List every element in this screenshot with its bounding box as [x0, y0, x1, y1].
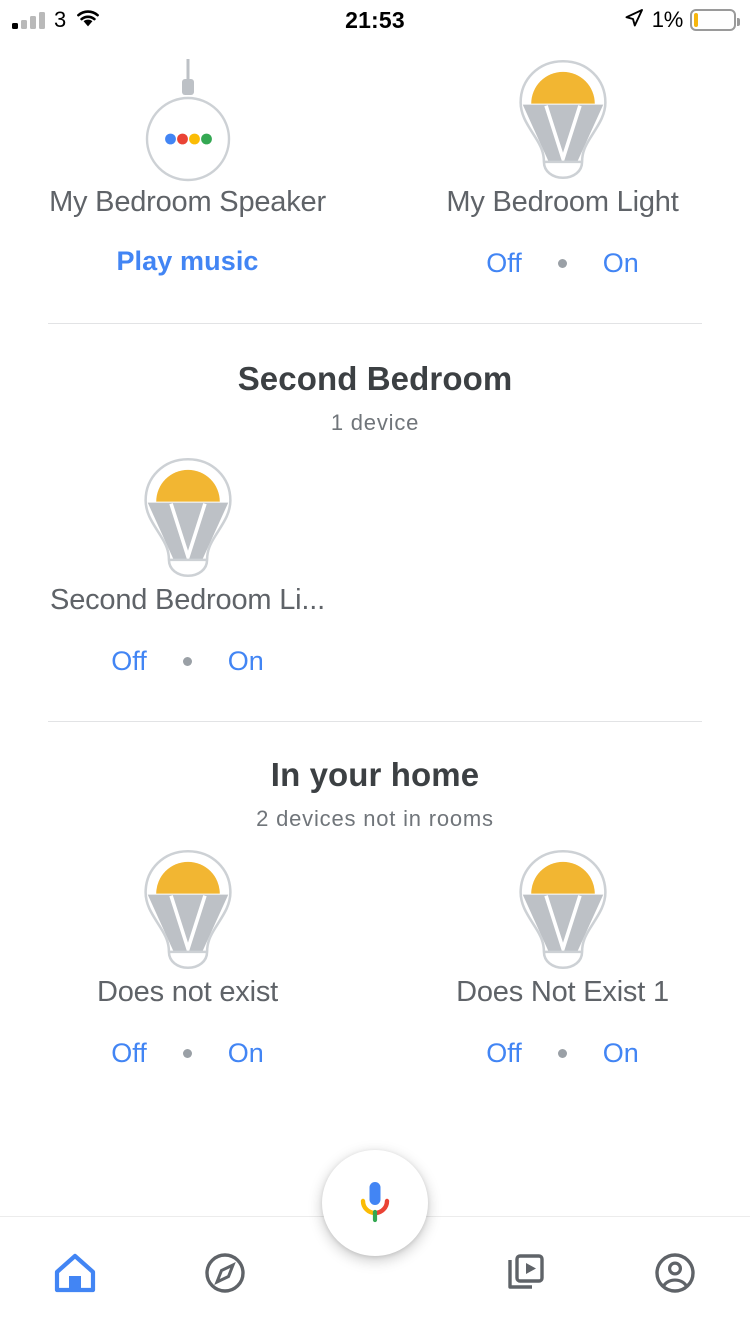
- device-card-my-bedroom-speaker[interactable]: My Bedroom Speaker Play music: [0, 52, 375, 281]
- lightbulb-icon[interactable]: [505, 842, 621, 977]
- home-scroll-content[interactable]: My Bedroom Speaker Play music My Bedroom…: [0, 40, 750, 1218]
- separator-dot-icon: [182, 1048, 192, 1058]
- status-bar: 3 21:53 1%: [0, 0, 750, 40]
- light-toggle-controls: Off On: [105, 644, 270, 679]
- device-name: Does not exist: [97, 975, 278, 1008]
- section-header: In your home 2 devices not in rooms: [0, 756, 750, 832]
- section-subtitle: 1 device: [330, 409, 420, 435]
- on-button[interactable]: On: [597, 246, 645, 281]
- device-name: My Bedroom Speaker: [49, 186, 326, 218]
- google-assistant-button[interactable]: [322, 1150, 428, 1256]
- section-second-bedroom: Second Bedroom 1 device Second Bedroom L…: [0, 324, 750, 679]
- lightbulb-icon[interactable]: [130, 450, 246, 585]
- signal-bars-icon: [12, 11, 45, 29]
- section-title: Second Bedroom: [237, 359, 513, 397]
- nav-item-media[interactable]: [450, 1217, 600, 1334]
- device-grid: My Bedroom Speaker Play music My Bedroom…: [0, 52, 750, 281]
- section-title: In your home: [270, 755, 480, 793]
- device-name: Does Not Exist 1: [456, 975, 669, 1008]
- battery-icon: [690, 9, 740, 31]
- light-toggle-controls: Off On: [480, 246, 645, 281]
- play-music-button[interactable]: Play music: [116, 246, 258, 277]
- lightbulb-icon[interactable]: [130, 842, 246, 977]
- device-grid: Does not exist Off On Does Not Exist 1 O…: [0, 842, 750, 1071]
- media-play-icon: [502, 1250, 548, 1301]
- device-name: My Bedroom Light: [446, 186, 679, 218]
- device-card-does-not-exist-1[interactable]: Does Not Exist 1 Off On: [375, 842, 750, 1071]
- status-bar-right: 1%: [623, 7, 740, 34]
- speaker-icon[interactable]: [130, 52, 246, 187]
- separator-dot-icon: [557, 258, 567, 268]
- location-arrow-icon: [623, 7, 645, 34]
- off-button[interactable]: Off: [480, 1036, 528, 1071]
- section-header: Second Bedroom 1 device: [0, 360, 750, 436]
- section-subtitle: 2 devices not in rooms: [256, 805, 494, 831]
- section-first-bedroom: My Bedroom Speaker Play music My Bedroom…: [0, 40, 750, 281]
- off-button[interactable]: Off: [105, 1036, 153, 1071]
- account-circle-icon: [652, 1250, 698, 1301]
- on-button[interactable]: On: [597, 1036, 645, 1071]
- on-button[interactable]: On: [222, 644, 270, 679]
- nav-item-home[interactable]: [0, 1217, 150, 1334]
- separator-dot-icon: [182, 656, 192, 666]
- home-icon: [52, 1250, 98, 1301]
- on-button[interactable]: On: [222, 1036, 270, 1071]
- section-in-your-home: In your home 2 devices not in rooms Does…: [0, 722, 750, 1071]
- off-button[interactable]: Off: [105, 644, 153, 679]
- carrier-label: 3: [54, 7, 67, 32]
- google-assistant-mic-icon: [353, 1176, 397, 1231]
- app-screen: 2 devices 3 21:53 1%: [0, 0, 750, 1334]
- device-name: Second Bedroom Li...: [50, 583, 325, 616]
- device-grid: Second Bedroom Li... Off On: [0, 450, 750, 679]
- nav-item-account[interactable]: [600, 1217, 750, 1334]
- lightbulb-icon[interactable]: [505, 52, 621, 187]
- device-card-my-bedroom-light[interactable]: My Bedroom Light Off On: [375, 52, 750, 281]
- device-card-does-not-exist[interactable]: Does not exist Off On: [0, 842, 375, 1071]
- off-button[interactable]: Off: [480, 246, 528, 281]
- light-toggle-controls: Off On: [480, 1036, 645, 1071]
- separator-dot-icon: [557, 1048, 567, 1058]
- compass-explore-icon: [202, 1250, 248, 1301]
- light-toggle-controls: Off On: [105, 1036, 270, 1071]
- device-card-second-bedroom-light[interactable]: Second Bedroom Li... Off On: [0, 450, 375, 679]
- wifi-icon: [75, 8, 101, 33]
- status-bar-left: 3: [12, 8, 101, 33]
- battery-percent-label: 1%: [651, 7, 684, 32]
- nav-item-explore[interactable]: [150, 1217, 300, 1334]
